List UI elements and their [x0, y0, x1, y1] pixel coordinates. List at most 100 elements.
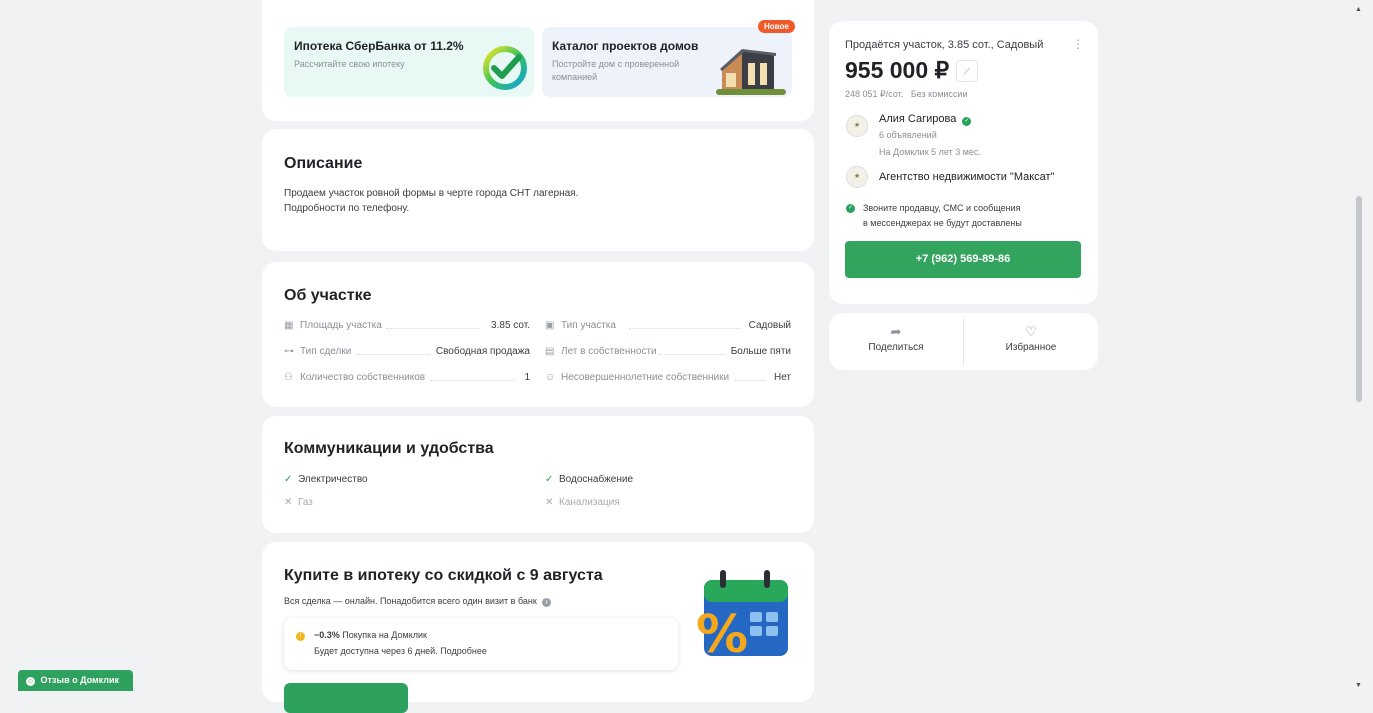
prop-minor-owners: ☺ Несовершеннолетние собственники Нет — [545, 372, 791, 386]
people-icon: ⚇ — [284, 372, 293, 383]
amenity-label: Канализация — [559, 497, 620, 508]
amenity-item: ✓ Водоснабжение — [545, 474, 633, 485]
seller-card: Продаётся участок, 3.85 сот., Садовый ⋮ … — [829, 21, 1098, 304]
cross-icon: ✕ — [545, 497, 554, 508]
agent-avatar[interactable]: ★ — [846, 115, 868, 137]
prop-value: Свободная продажа — [435, 346, 530, 357]
svg-text:%: % — [696, 605, 748, 660]
feedback-label: Отзыв о Домклик — [40, 675, 120, 685]
shield-check-icon: ✓ — [846, 204, 855, 213]
plot-details-heading: Об участке — [284, 287, 372, 304]
share-button[interactable]: ➦ Поделиться — [829, 313, 963, 370]
ipoteka-promo-title: Ипотека СберБанка от 11.2% — [294, 39, 464, 53]
amenity-label: Газ — [298, 497, 313, 508]
agency-avatar[interactable]: ★ — [846, 166, 868, 188]
ipoteka-promo-banner[interactable]: Ипотека СберБанка от 11.2% Рассчитайте с… — [284, 27, 534, 97]
prop-years-owned: ▤ Лет в собственности Больше пяти — [545, 346, 791, 360]
sberbank-logo-icon — [483, 46, 527, 90]
share-icon: ➦ — [890, 324, 902, 339]
amenity-item: ✕ Канализация — [545, 497, 620, 508]
mortgage-heading: Купите в ипотеку со скидкой с 9 августа — [284, 567, 603, 584]
amenity-item: ✕ Газ — [284, 497, 313, 508]
discount-note[interactable]: Будет доступна через 6 дней. Подробнее — [314, 646, 487, 656]
leader-dots — [659, 354, 725, 355]
page-scrollbar[interactable]: ▲ ▼ — [1352, 0, 1366, 691]
phone-call-button[interactable]: +7 (962) 569-89-86 — [845, 241, 1081, 278]
check-icon: ✓ — [545, 474, 554, 485]
share-favorite-card: ➦ Поделиться ♡ Избранное — [829, 313, 1098, 370]
warning-icon: ! — [296, 632, 305, 641]
prop-deal-type: ⊶ Тип сделки Свободная продажа — [284, 346, 530, 360]
calendar-icon: ▤ — [545, 346, 555, 357]
discount-label: Покупка на Домклик — [342, 630, 427, 640]
cross-icon: ✕ — [284, 497, 293, 508]
area-icon: ▦ — [284, 320, 294, 331]
favorite-button[interactable]: ♡ Избранное — [964, 313, 1098, 370]
amenities-heading: Коммуникации и удобства — [284, 440, 494, 457]
verified-icon: ✓ — [962, 117, 972, 126]
prop-value: 1 — [524, 372, 530, 383]
scrollbar-thumb[interactable] — [1356, 196, 1362, 402]
heart-icon: ♡ — [1025, 324, 1037, 339]
prop-label: Количество собственников — [300, 372, 426, 383]
discount-box: ! −0.3% Покупка на Домклик Будет доступн… — [284, 618, 678, 670]
description-heading: Описание — [284, 155, 363, 172]
favorite-label: Избранное — [1005, 342, 1057, 353]
prop-label: Площадь участка — [300, 320, 382, 331]
prop-value: Больше пяти — [730, 346, 791, 357]
description-text-line: Продаем участок ровной формы в черте гор… — [284, 188, 579, 199]
share-label: Поделиться — [868, 342, 924, 353]
mortgage-subtitle: Вся сделка — онлайн. Понадобится всего о… — [284, 596, 552, 607]
agency-name[interactable]: Агентство недвижимости "Максат" — [879, 171, 1055, 183]
prop-label: Лет в собственности — [561, 346, 657, 357]
prop-owners-count: ⚇ Количество собственников 1 — [284, 372, 530, 386]
amenity-label: Электричество — [298, 474, 368, 485]
leader-dots — [430, 380, 516, 381]
mortgage-subtitle-text: Вся сделка — онлайн. Понадобится всего о… — [284, 596, 537, 606]
plot-type-icon: ▣ — [545, 320, 555, 331]
ipoteka-promo-subtitle: Рассчитайте свою ипотеку — [294, 59, 405, 69]
prop-plot-type: ▣ Тип участка Садовый — [545, 320, 791, 334]
feedback-icon: ☺ — [26, 677, 35, 686]
agent-name: Алия Сагирова — [879, 113, 957, 125]
discount-value: −0.3% — [314, 630, 340, 640]
amenity-item: ✓ Электричество — [284, 474, 368, 485]
agent-tenure: На Домклик 5 лет 3 мес. — [879, 147, 981, 157]
prop-value: 3.85 сот. — [491, 320, 530, 331]
prop-label: Несовершеннолетние собственники — [561, 372, 730, 383]
price: 955 000 ₽ — [845, 57, 950, 83]
catalog-promo-title: Каталог проектов домов — [552, 39, 699, 53]
catalog-promo-subtitle: Постройте дом с проверенной компанией — [552, 59, 680, 82]
price-history-icon[interactable]: ⟋ — [956, 60, 978, 82]
commission-info: Без комиссии — [910, 89, 968, 99]
amenities-section: Коммуникации и удобства ✓ Электричество ✓… — [262, 416, 814, 533]
catalog-promo-banner[interactable]: Каталог проектов домов Постройте дом с п… — [542, 27, 792, 97]
more-options-icon[interactable]: ⋮ — [1072, 37, 1084, 51]
prop-label: Тип участка — [561, 320, 616, 331]
check-icon: ✓ — [284, 474, 293, 485]
price-per-unit: 248 051 ₽/сот. — [845, 89, 904, 99]
prop-value: Садовый — [748, 320, 791, 331]
contact-notice-line: в мессенджерах не будут доставлены — [863, 218, 1022, 228]
feedback-button[interactable]: ☺ Отзыв о Домклик — [18, 670, 133, 691]
prop-area: ▦ Площадь участка 3.85 сот. — [284, 320, 530, 334]
key-icon: ⊶ — [284, 346, 294, 357]
promo-card: Ипотека СберБанка от 11.2% Рассчитайте с… — [262, 0, 814, 121]
plot-details-section: Об участке ▦ Площадь участка 3.85 сот. ▣… — [262, 262, 814, 407]
scroll-down-arrow-icon[interactable]: ▼ — [1355, 682, 1362, 689]
mortgage-offer-section: Купите в ипотеку со скидкой с 9 августа … — [262, 542, 814, 713]
leader-dots — [735, 380, 765, 381]
prop-label: Тип сделки — [300, 346, 352, 357]
amenity-label: Водоснабжение — [559, 474, 634, 485]
description-section: Описание Продаем участок ровной формы в … — [262, 129, 814, 251]
info-icon[interactable]: i — [542, 598, 552, 607]
scroll-up-arrow-icon[interactable]: ▲ — [1355, 6, 1362, 13]
price-details: 248 051 ₽/сот. Без комиссии — [845, 89, 967, 100]
leader-dots — [386, 328, 480, 329]
house-illustration-icon — [716, 49, 786, 95]
contact-notice-line: Звоните продавцу, СМС и сообщения — [863, 203, 1021, 213]
new-badge: Новое — [758, 20, 795, 33]
mortgage-apply-button[interactable] — [284, 683, 408, 713]
child-icon: ☺ — [545, 372, 556, 383]
agent-name-row[interactable]: Алия Сагирова ✓ — [879, 113, 972, 126]
